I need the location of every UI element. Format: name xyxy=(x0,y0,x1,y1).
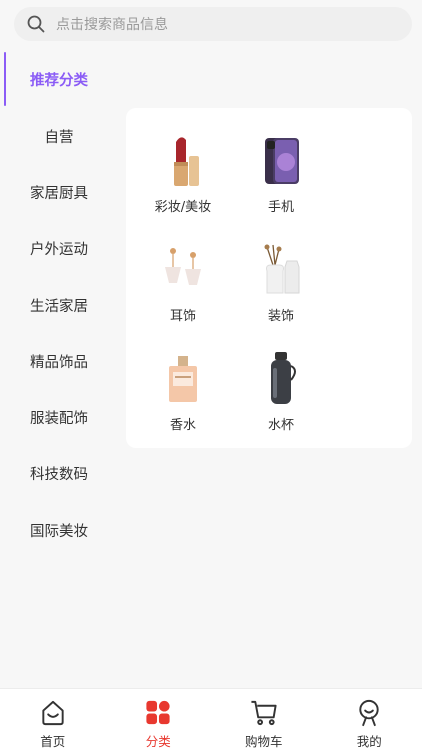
category-label: 彩妆/美妆 xyxy=(154,200,212,215)
category-content: 彩妆/美妆 手机 耳饰 装饰 香水 水杯 xyxy=(118,50,422,688)
cart-icon xyxy=(251,700,277,726)
bottom-tab-bar: 首页 分类 购物车 我的 xyxy=(0,688,422,750)
bottle-icon xyxy=(271,352,296,404)
sidebar-item-beauty[interactable]: 国际美妆 xyxy=(0,502,118,558)
tab-label: 分类 xyxy=(145,734,171,749)
subcategory-card: 彩妆/美妆 手机 耳饰 装饰 香水 水杯 xyxy=(126,108,412,448)
sidebar-item-label: 生活家居 xyxy=(30,298,88,315)
category-label: 手机 xyxy=(267,200,294,215)
sidebar-item-label: 精品饰品 xyxy=(30,354,88,371)
sidebar-item-digital[interactable]: 科技数码 xyxy=(0,446,118,502)
search-placeholder: 点击搜索商品信息 xyxy=(56,17,168,33)
sidebar-item-label: 推荐分类 xyxy=(30,72,88,89)
sidebar-item-outdoor[interactable]: 户外运动 xyxy=(0,221,118,277)
earring-icon xyxy=(165,248,201,285)
sidebar-item-label: 家居厨具 xyxy=(30,185,88,202)
tab-label: 购物车 xyxy=(244,734,283,749)
sidebar-item-label: 自营 xyxy=(44,129,74,146)
active-indicator xyxy=(4,52,6,106)
category-item-perfume[interactable]: 香水 xyxy=(134,334,232,434)
sidebar-item-label: 国际美妆 xyxy=(30,523,88,540)
tab-category[interactable]: 分类 xyxy=(106,689,212,750)
category-item-makeup[interactable]: 彩妆/美妆 xyxy=(134,116,232,216)
category-label: 水杯 xyxy=(267,418,294,433)
tab-label: 我的 xyxy=(356,734,382,749)
sidebar-item-label: 服装配饰 xyxy=(30,411,88,428)
sidebar-item-recommended[interactable]: 推荐分类 xyxy=(0,50,118,108)
sidebar-item-apparel[interactable]: 服装配饰 xyxy=(0,389,118,445)
category-label: 耳饰 xyxy=(169,309,196,324)
sidebar-item-living-home[interactable]: 生活家居 xyxy=(0,277,118,333)
search-bar: 点击搜索商品信息 xyxy=(0,0,422,50)
sidebar-item-label: 户外运动 xyxy=(30,242,88,259)
sidebar-item-home-kitchen[interactable]: 家居厨具 xyxy=(0,164,118,220)
category-icon xyxy=(146,700,170,725)
sidebar-item-label: 科技数码 xyxy=(30,467,88,484)
perfume-icon xyxy=(169,356,197,402)
category-label: 装饰 xyxy=(267,309,294,324)
home-icon xyxy=(42,700,64,726)
tab-cart[interactable]: 购物车 xyxy=(211,689,317,750)
category-sidebar: 推荐分类 自营 家居厨具 户外运动 生活家居 精品饰品 服装配饰 科技数码 国际… xyxy=(0,50,118,688)
lipstick-icon xyxy=(174,137,199,186)
tab-label: 首页 xyxy=(40,734,66,749)
vase-icon xyxy=(264,244,300,294)
tab-profile[interactable]: 我的 xyxy=(317,689,422,750)
profile-icon xyxy=(359,699,379,727)
phone-icon xyxy=(265,138,299,184)
search-input[interactable]: 点击搜索商品信息 xyxy=(14,7,412,41)
category-item-cup[interactable]: 水杯 xyxy=(232,334,330,434)
category-item-decor[interactable]: 装饰 xyxy=(232,225,330,325)
sidebar-item-self-operated[interactable]: 自营 xyxy=(0,108,118,164)
category-item-phone[interactable]: 手机 xyxy=(232,116,330,216)
tab-home[interactable]: 首页 xyxy=(0,689,106,750)
search-icon xyxy=(27,15,45,33)
sidebar-item-jewelry[interactable]: 精品饰品 xyxy=(0,333,118,389)
category-label: 香水 xyxy=(169,418,196,433)
category-item-earrings[interactable]: 耳饰 xyxy=(134,225,232,325)
